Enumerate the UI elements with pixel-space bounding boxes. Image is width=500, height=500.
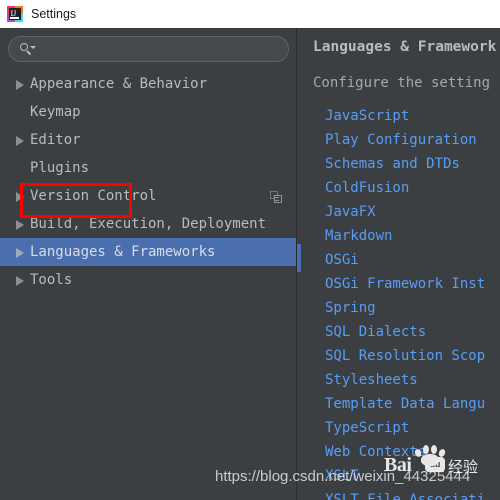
search-icon[interactable] (20, 42, 37, 56)
list-item[interactable]: Template Data Langu (325, 392, 500, 416)
sidebar-item-label: Version Control (30, 188, 157, 204)
list-item[interactable]: TypeScript (325, 416, 500, 440)
expand-arrow-placeholder (14, 154, 30, 182)
list-item[interactable]: OSGi Framework Inst (325, 272, 500, 296)
sidebar-item-appearance-behavior[interactable]: Appearance & Behavior (0, 70, 296, 98)
settings-tree: Appearance & Behavior Keymap Editor Plug… (0, 70, 296, 294)
expand-arrow-icon[interactable] (14, 210, 30, 238)
list-item[interactable]: JavaScript (325, 104, 500, 128)
sidebar-item-label: Languages & Frameworks (30, 244, 216, 260)
expand-arrow-icon[interactable] (14, 182, 30, 210)
sidebar-item-label: Editor (30, 132, 81, 148)
window-title: Settings (31, 7, 77, 21)
search-box[interactable] (8, 36, 289, 62)
settings-detail-pane: Languages & Framework Configure the sett… (297, 28, 500, 500)
copy-settings-icon[interactable] (270, 191, 282, 203)
expand-arrow-icon[interactable] (14, 266, 30, 294)
detail-link-list: JavaScript Play Configuration Schemas an… (325, 104, 500, 500)
page-subtitle: Configure the setting (313, 75, 491, 91)
list-item[interactable]: Play Configuration (325, 128, 500, 152)
sidebar-item-label: Appearance & Behavior (30, 76, 208, 92)
settings-dialog: IJ Settings Appearance & Behavior Keymap… (0, 0, 500, 500)
sidebar-item-keymap[interactable]: Keymap (0, 98, 296, 126)
list-item[interactable]: SQL Dialects (325, 320, 500, 344)
sidebar-item-tools[interactable]: Tools (0, 266, 296, 294)
list-item[interactable]: OSGi (325, 248, 500, 272)
title-bar: IJ Settings (0, 0, 500, 28)
sidebar-item-label: Tools (30, 272, 73, 288)
list-item[interactable]: Markdown (325, 224, 500, 248)
list-item[interactable]: Schemas and DTDs (325, 152, 500, 176)
list-item[interactable]: Stylesheets (325, 368, 500, 392)
sidebar-item-build-execution-deployment[interactable]: Build, Execution, Deployment (0, 210, 296, 238)
list-item[interactable]: SQL Resolution Scop (325, 344, 500, 368)
sidebar-item-languages-frameworks[interactable]: Languages & Frameworks (0, 238, 296, 266)
sidebar-item-label: Keymap (30, 104, 81, 120)
sidebar-item-version-control[interactable]: Version Control (0, 182, 296, 210)
settings-sidebar: Appearance & Behavior Keymap Editor Plug… (0, 28, 296, 500)
expand-arrow-placeholder (14, 98, 30, 126)
intellij-idea-icon: IJ (7, 6, 23, 22)
expand-arrow-icon[interactable] (14, 126, 30, 154)
list-item[interactable]: Spring (325, 296, 500, 320)
list-item[interactable]: Web Contexts (325, 440, 500, 464)
list-item[interactable]: XSLT (325, 464, 500, 488)
expand-arrow-icon[interactable] (14, 238, 30, 266)
sidebar-item-label: Plugins (30, 160, 90, 176)
sidebar-item-editor[interactable]: Editor (0, 126, 296, 154)
dialog-body: Appearance & Behavior Keymap Editor Plug… (0, 28, 500, 500)
page-title: Languages & Framework (313, 39, 497, 55)
list-item[interactable]: JavaFX (325, 200, 500, 224)
sidebar-item-plugins[interactable]: Plugins (0, 154, 296, 182)
scroll-position-marker (297, 244, 301, 272)
expand-arrow-icon[interactable] (14, 70, 30, 98)
sidebar-item-label: Build, Execution, Deployment (30, 216, 267, 232)
list-item[interactable]: XSLT File Associati (325, 488, 500, 500)
list-item[interactable]: ColdFusion (325, 176, 500, 200)
search-container (8, 36, 289, 62)
search-input[interactable] (37, 37, 288, 61)
